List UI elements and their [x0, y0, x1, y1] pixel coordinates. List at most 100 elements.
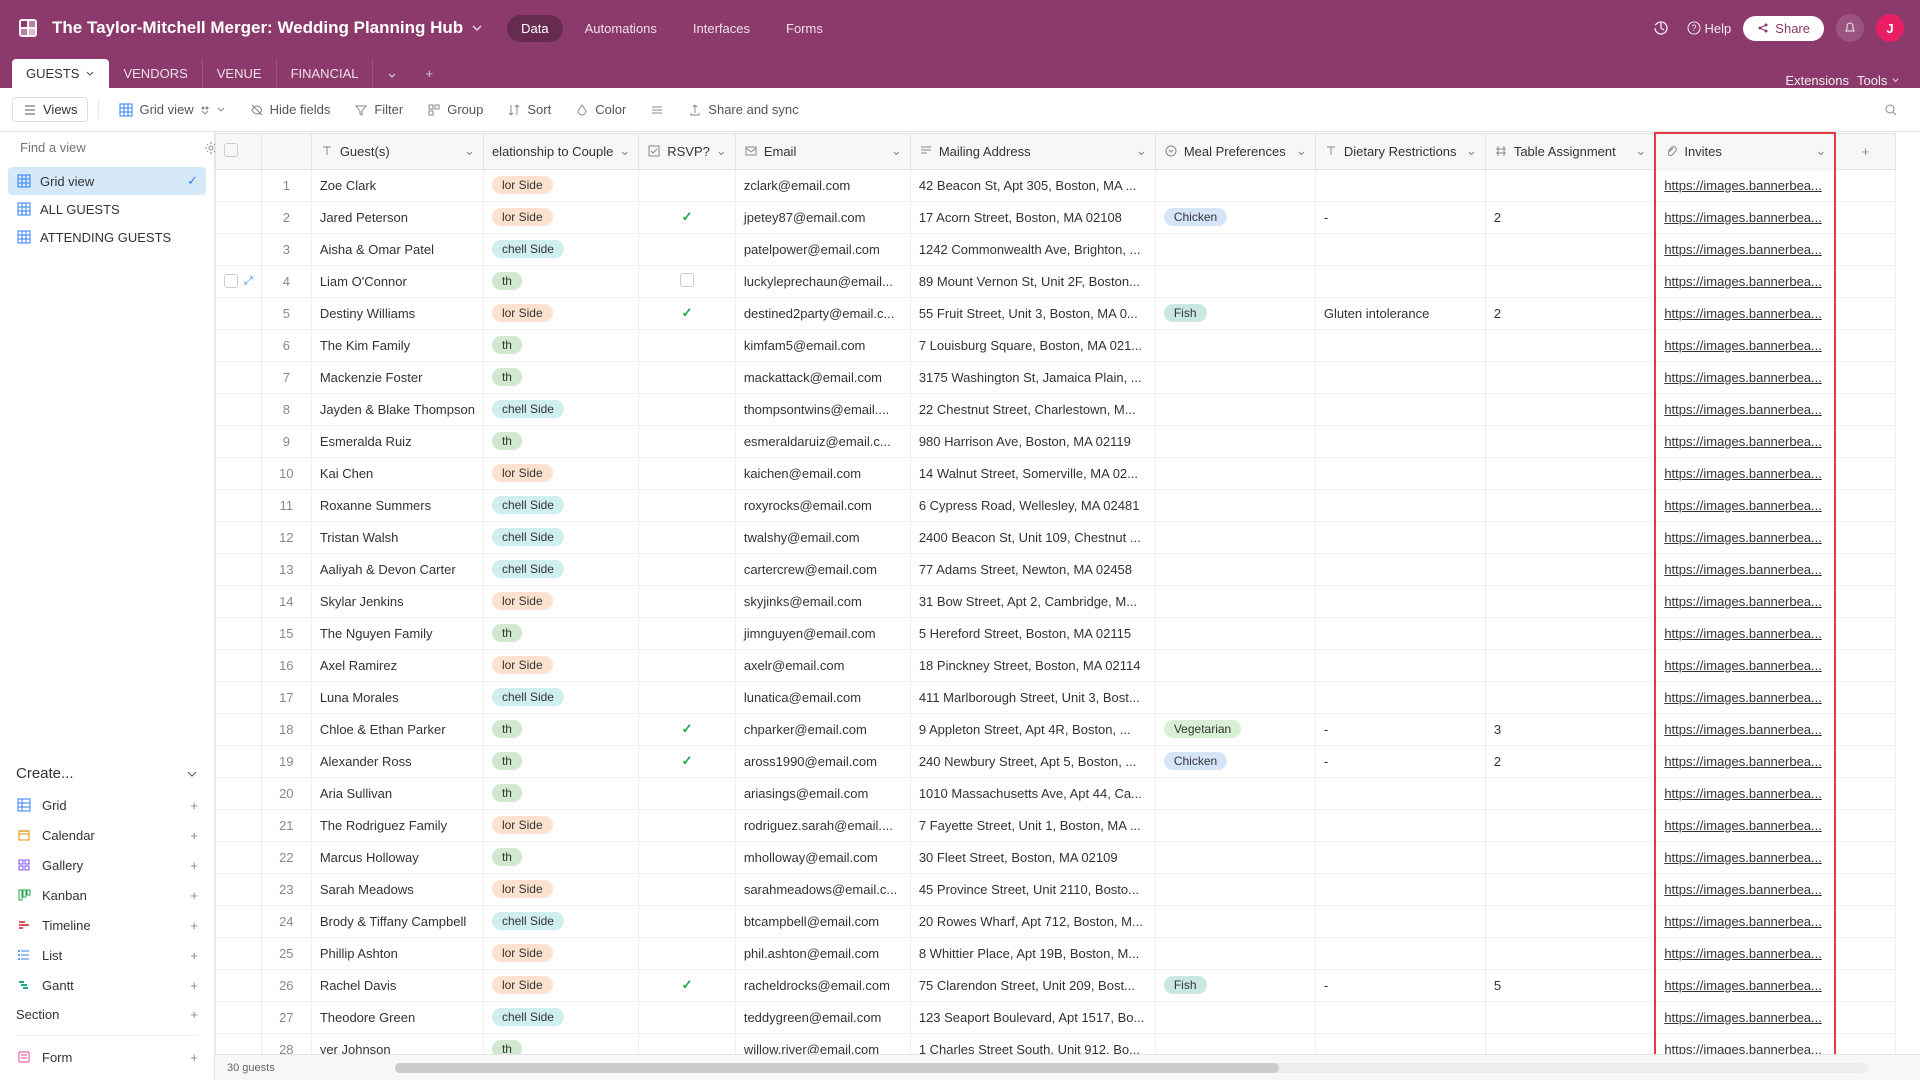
relationship-cell[interactable]: th	[483, 777, 638, 809]
diet-cell[interactable]	[1315, 457, 1485, 489]
table-row[interactable]: 28yer Johnsonthwillow.river@email.com1 C…	[216, 1033, 1896, 1054]
meal-cell[interactable]	[1155, 329, 1315, 361]
table-row[interactable]: 13Aaliyah & Devon Carterchell Sidecarter…	[216, 553, 1896, 585]
guest-cell[interactable]: Roxanne Summers	[311, 489, 483, 521]
header-meal[interactable]: Meal Preferences⌄	[1155, 133, 1315, 169]
email-cell[interactable]: teddygreen@email.com	[735, 1001, 910, 1033]
find-view-input[interactable]	[20, 140, 196, 155]
expand-icon[interactable]: ⤢	[244, 275, 253, 288]
meal-cell[interactable]	[1155, 841, 1315, 873]
table-row[interactable]: 15The Nguyen Familythjimnguyen@email.com…	[216, 617, 1896, 649]
diet-cell[interactable]	[1315, 777, 1485, 809]
table-cell[interactable]: 5	[1485, 969, 1655, 1001]
table-row[interactable]: 23Sarah Meadowslor Sidesarahmeadows@emai…	[216, 873, 1896, 905]
table-cell[interactable]	[1485, 585, 1655, 617]
rsvp-cell[interactable]	[639, 489, 736, 521]
guest-cell[interactable]: Skylar Jenkins	[311, 585, 483, 617]
invites-cell[interactable]: https://images.bannerbea...	[1655, 457, 1835, 489]
table-row[interactable]: 2Jared Petersonlor Side✓jpetey87@email.c…	[216, 201, 1896, 233]
row-check-cell[interactable]	[216, 201, 262, 233]
table-cell[interactable]: 3	[1485, 713, 1655, 745]
invites-cell[interactable]: https://images.bannerbea...	[1655, 361, 1835, 393]
invites-cell[interactable]: https://images.bannerbea...	[1655, 745, 1835, 777]
address-cell[interactable]: 980 Harrison Ave, Boston, MA 02119	[910, 425, 1155, 457]
meal-cell[interactable]: Chicken	[1155, 201, 1315, 233]
diet-cell[interactable]: -	[1315, 713, 1485, 745]
diet-cell[interactable]	[1315, 937, 1485, 969]
views-toggle[interactable]: Views	[12, 97, 88, 122]
header-guests[interactable]: Guest(s)⌄	[311, 133, 483, 169]
invites-cell[interactable]: https://images.bannerbea...	[1655, 489, 1835, 521]
diet-cell[interactable]	[1315, 1033, 1485, 1054]
row-check-cell[interactable]	[216, 297, 262, 329]
header-address[interactable]: Mailing Address⌄	[910, 133, 1155, 169]
email-cell[interactable]: lunatica@email.com	[735, 681, 910, 713]
table-cell[interactable]	[1485, 425, 1655, 457]
guest-cell[interactable]: Aria Sullivan	[311, 777, 483, 809]
invite-link[interactable]: https://images.bannerbea...	[1664, 786, 1822, 801]
table-cell[interactable]	[1485, 937, 1655, 969]
table-row[interactable]: 10Kai Chenlor Sidekaichen@email.com14 Wa…	[216, 457, 1896, 489]
meal-cell[interactable]: Fish	[1155, 297, 1315, 329]
invite-link[interactable]: https://images.bannerbea...	[1664, 626, 1822, 641]
invites-cell[interactable]: https://images.bannerbea...	[1655, 969, 1835, 1001]
table-cell[interactable]	[1485, 393, 1655, 425]
address-cell[interactable]: 45 Province Street, Unit 2110, Bosto...	[910, 873, 1155, 905]
relationship-cell[interactable]: lor Side	[483, 873, 638, 905]
email-cell[interactable]: roxyrocks@email.com	[735, 489, 910, 521]
address-cell[interactable]: 30 Fleet Street, Boston, MA 02109	[910, 841, 1155, 873]
guest-cell[interactable]: Jayden & Blake Thompson	[311, 393, 483, 425]
table-row[interactable]: 20Aria Sullivanthariasings@email.com1010…	[216, 777, 1896, 809]
email-cell[interactable]: cartercrew@email.com	[735, 553, 910, 585]
guest-cell[interactable]: Phillip Ashton	[311, 937, 483, 969]
address-cell[interactable]: 20 Rowes Wharf, Apt 712, Boston, M...	[910, 905, 1155, 937]
meal-cell[interactable]	[1155, 873, 1315, 905]
meal-cell[interactable]	[1155, 937, 1315, 969]
email-cell[interactable]: thompsontwins@email....	[735, 393, 910, 425]
invite-link[interactable]: https://images.bannerbea...	[1664, 1042, 1822, 1055]
rsvp-cell[interactable]	[639, 1001, 736, 1033]
create-section-item[interactable]: Section +	[16, 1000, 198, 1029]
relationship-cell[interactable]: lor Side	[483, 585, 638, 617]
invite-link[interactable]: https://images.bannerbea...	[1664, 850, 1822, 865]
address-cell[interactable]: 89 Mount Vernon St, Unit 2F, Boston...	[910, 265, 1155, 297]
invite-link[interactable]: https://images.bannerbea...	[1664, 530, 1822, 545]
email-cell[interactable]: aross1990@email.com	[735, 745, 910, 777]
email-cell[interactable]: jpetey87@email.com	[735, 201, 910, 233]
color-button[interactable]: Color	[565, 96, 636, 123]
table-cell[interactable]	[1485, 649, 1655, 681]
sort-button[interactable]: Sort	[497, 96, 561, 123]
rsvp-cell[interactable]: ✓	[639, 969, 736, 1001]
diet-cell[interactable]	[1315, 649, 1485, 681]
address-cell[interactable]: 411 Marlborough Street, Unit 3, Bost...	[910, 681, 1155, 713]
relationship-cell[interactable]: chell Side	[483, 233, 638, 265]
table-cell[interactable]	[1485, 265, 1655, 297]
row-check-cell[interactable]	[216, 617, 262, 649]
relationship-cell[interactable]: th	[483, 745, 638, 777]
diet-cell[interactable]: -	[1315, 969, 1485, 1001]
address-cell[interactable]: 123 Seaport Boulevard, Apt 1517, Bo...	[910, 1001, 1155, 1033]
diet-cell[interactable]	[1315, 361, 1485, 393]
email-cell[interactable]: ariasings@email.com	[735, 777, 910, 809]
invite-link[interactable]: https://images.bannerbea...	[1664, 882, 1822, 897]
email-cell[interactable]: esmeraldaruiz@email.c...	[735, 425, 910, 457]
diet-cell[interactable]	[1315, 425, 1485, 457]
guest-cell[interactable]: Luna Morales	[311, 681, 483, 713]
relationship-cell[interactable]: lor Side	[483, 937, 638, 969]
diet-cell[interactable]: -	[1315, 745, 1485, 777]
meal-cell[interactable]: Fish	[1155, 969, 1315, 1001]
invites-cell[interactable]: https://images.bannerbea...	[1655, 297, 1835, 329]
invite-link[interactable]: https://images.bannerbea...	[1664, 370, 1822, 385]
email-cell[interactable]: btcampbell@email.com	[735, 905, 910, 937]
table-row[interactable]: 24Brody & Tiffany Campbellchell Sidebtca…	[216, 905, 1896, 937]
relationship-cell[interactable]: lor Side	[483, 969, 638, 1001]
table-cell[interactable]	[1485, 777, 1655, 809]
invite-link[interactable]: https://images.bannerbea...	[1664, 274, 1822, 289]
diet-cell[interactable]	[1315, 489, 1485, 521]
diet-cell[interactable]	[1315, 873, 1485, 905]
relationship-cell[interactable]: th	[483, 329, 638, 361]
address-cell[interactable]: 6 Cypress Road, Wellesley, MA 02481	[910, 489, 1155, 521]
table-row[interactable]: 26Rachel Davislor Side✓racheldrocks@emai…	[216, 969, 1896, 1001]
table-cell[interactable]: 2	[1485, 297, 1655, 329]
table-cell[interactable]	[1485, 233, 1655, 265]
